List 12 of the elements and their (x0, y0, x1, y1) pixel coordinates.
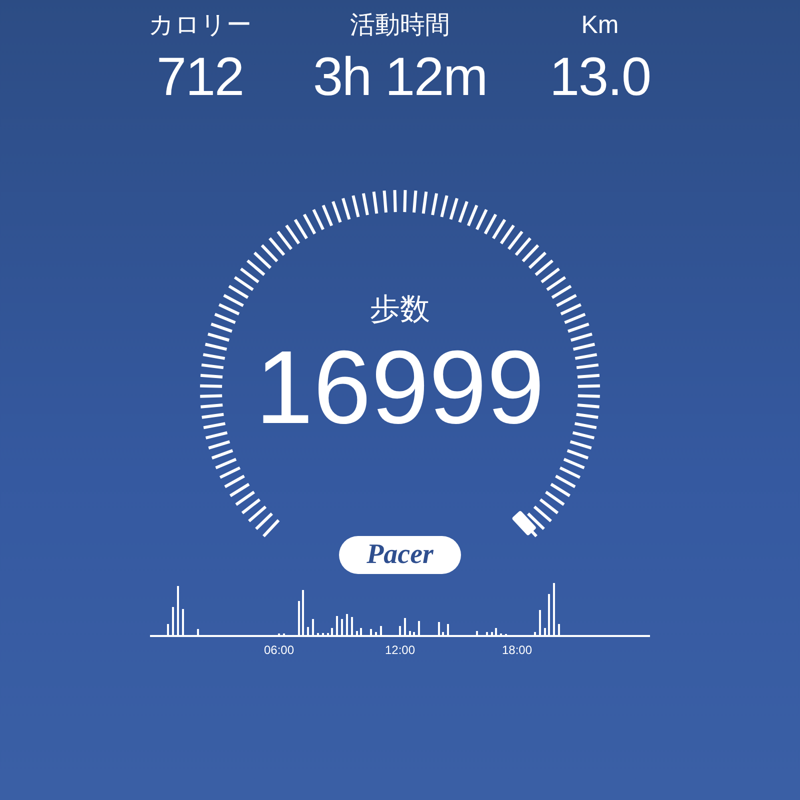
time-label: 12:00 (384, 642, 416, 658)
time-label: 06:00 (264, 642, 294, 658)
stat-value: 13.0 (549, 46, 651, 109)
steps-label: 歩数 (370, 292, 430, 328)
steps-value: 16999 (255, 329, 545, 448)
stat-value: 712 (156, 46, 244, 109)
stat-label: カロリー (148, 10, 252, 41)
stat-value: 3h 12m (312, 46, 488, 109)
stat-label: Km (581, 10, 619, 41)
stat-label: 活動時間 (350, 10, 450, 41)
logo-badge: Pacer (339, 536, 461, 574)
time-label: 18:00 (502, 642, 532, 658)
